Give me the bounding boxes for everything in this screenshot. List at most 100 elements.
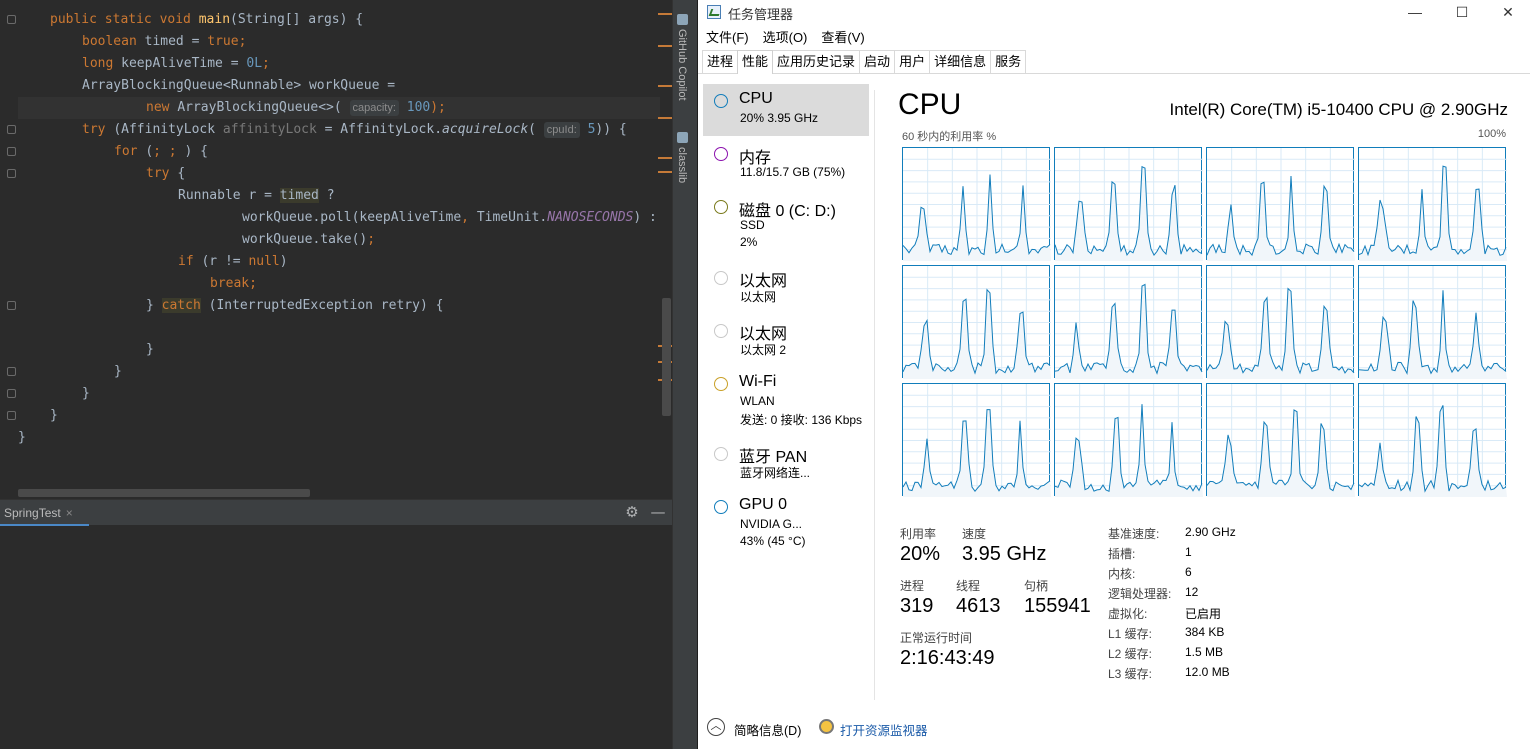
- memory-indicator-icon: [714, 147, 728, 161]
- tab-startup[interactable]: 启动: [859, 50, 896, 73]
- code-line: try (AffinityLock affinityLock = Affinit…: [82, 122, 627, 138]
- fold-icon[interactable]: [7, 15, 16, 24]
- ide-right-tool-strip: GitHub Copilot classlib: [672, 0, 697, 749]
- fold-icon[interactable]: [7, 411, 16, 420]
- core-graph: [902, 147, 1051, 261]
- param-hint: capacity:: [349, 100, 399, 116]
- tab-details[interactable]: 详细信息: [929, 50, 992, 73]
- fold-icon[interactable]: [7, 301, 16, 310]
- minimize-button[interactable]: —: [1392, 0, 1438, 24]
- resource-cpu[interactable]: CPU 20% 3.95 GHz: [703, 84, 869, 136]
- menu-view[interactable]: 查看(V): [821, 27, 864, 46]
- detail-label: 逻辑处理器:: [1108, 587, 1172, 601]
- code-line: new ArrayBlockingQueue<>( capacity: 100)…: [146, 100, 446, 116]
- fold-icon[interactable]: [7, 389, 16, 398]
- tab-performance[interactable]: 性能: [737, 50, 774, 74]
- code-line: ArrayBlockingQueue<Runnable> workQueue =: [82, 78, 396, 93]
- core-graph: [1358, 265, 1507, 379]
- processes-label: 进程: [900, 579, 925, 593]
- title-bar[interactable]: 任务管理器 — ☐ ✕: [698, 0, 1530, 24]
- resource-ethernet-1[interactable]: 以太网 以太网: [703, 264, 869, 308]
- fold-icon[interactable]: [7, 169, 16, 178]
- detail-label: L2 缓存:: [1108, 647, 1153, 661]
- graph-max-label: 100%: [1477, 128, 1506, 140]
- uptime-label: 正常运行时间: [900, 631, 973, 645]
- code-line: long keepAliveTime = 0L;: [82, 56, 270, 71]
- change-marker[interactable]: [658, 85, 672, 87]
- change-marker[interactable]: [658, 171, 672, 173]
- bluetooth-indicator-icon: [714, 447, 728, 461]
- fold-icon[interactable]: [7, 147, 16, 156]
- detail-value: 1.5 MB: [1185, 645, 1224, 659]
- code-line: for (; ; ) {: [114, 144, 208, 159]
- code-editor[interactable]: public static void main(String[] args) {…: [0, 0, 672, 499]
- resource-detail: 以太网 2: [740, 343, 787, 357]
- run-console[interactable]: [0, 526, 672, 749]
- resource-wifi[interactable]: Wi-Fi WLAN 发送: 0 接收: 136 Kbps: [703, 370, 869, 432]
- classlib-tool[interactable]: classlib: [676, 132, 688, 183]
- change-marker[interactable]: [658, 45, 672, 47]
- menu-options[interactable]: 选项(O): [763, 27, 808, 46]
- chevron-up-icon[interactable]: ︿: [707, 718, 725, 736]
- gear-icon[interactable]: ⚙: [622, 502, 642, 522]
- fewer-details-link[interactable]: 简略信息(D): [734, 720, 801, 739]
- maximize-button[interactable]: ☐: [1439, 0, 1485, 24]
- code-line: }: [18, 430, 26, 445]
- fold-icon[interactable]: [7, 367, 16, 376]
- footer-bar: ︿ 简略信息(D) 打开资源监视器: [698, 713, 1530, 741]
- change-marker[interactable]: [658, 117, 672, 119]
- minimize-icon[interactable]: —: [648, 502, 668, 522]
- resource-list: CPU 20% 3.95 GHz 内存 11.8/15.7 GB (75%) 磁…: [698, 74, 874, 704]
- resource-disk[interactable]: 磁盘 0 (C: D:) SSD 2%: [703, 193, 869, 253]
- utilization-value: 20%: [900, 543, 941, 565]
- core-graph: [1054, 147, 1203, 261]
- resource-detail: WLAN: [740, 394, 775, 408]
- resource-bluetooth-pan[interactable]: 蓝牙 PAN 蓝牙网络连...: [703, 440, 869, 484]
- run-tab[interactable]: SpringTest ×: [0, 500, 89, 526]
- detail-value: 6: [1185, 565, 1192, 579]
- core-graph: [1206, 265, 1355, 379]
- code-line: }: [114, 364, 122, 379]
- menu-bar: 文件(F) 选项(O) 查看(V): [698, 27, 871, 47]
- horizontal-scrollbar[interactable]: [18, 489, 310, 497]
- core-graph: [1054, 383, 1203, 497]
- tab-users[interactable]: 用户: [894, 50, 931, 73]
- window-title: 任务管理器: [728, 7, 794, 22]
- code-line: } catch (InterruptedException retry) {: [146, 298, 444, 313]
- panel-divider: [874, 90, 875, 700]
- close-button[interactable]: ✕: [1485, 0, 1530, 24]
- vertical-scrollbar[interactable]: [662, 298, 671, 416]
- task-manager-icon: [707, 5, 721, 19]
- task-manager-window: 任务管理器 — ☐ ✕ 文件(F) 选项(O) 查看(V) 进程 性能 应用历史记录…: [697, 0, 1530, 749]
- copilot-icon: [676, 14, 688, 25]
- cpu-heading: CPU: [898, 88, 962, 121]
- gpu-indicator-icon: [714, 500, 728, 514]
- resource-ethernet-2[interactable]: 以太网 以太网 2: [703, 317, 869, 361]
- resource-detail-2: 43% (45 °C): [740, 534, 806, 548]
- menu-file[interactable]: 文件(F): [706, 27, 749, 46]
- editor-gutter: [0, 0, 20, 499]
- change-marker[interactable]: [658, 13, 672, 15]
- resource-gpu[interactable]: GPU 0 NVIDIA G... 43% (45 °C): [703, 493, 869, 555]
- fold-icon[interactable]: [7, 125, 16, 134]
- open-resource-monitor-link[interactable]: 打开资源监视器: [840, 720, 928, 739]
- ethernet-indicator-icon: [714, 271, 728, 285]
- resource-name: CPU: [739, 90, 773, 107]
- resource-detail: SSD: [740, 218, 765, 232]
- code-line: public static void main(String[] args) {: [50, 12, 364, 27]
- detail-value: 12.0 MB: [1185, 665, 1230, 679]
- github-copilot-tool[interactable]: GitHub Copilot: [676, 14, 688, 101]
- tab-app-history[interactable]: 应用历史记录: [772, 50, 861, 73]
- resource-detail: 11.8/15.7 GB (75%): [740, 165, 846, 179]
- core-graph: [1358, 383, 1507, 497]
- resource-memory[interactable]: 内存 11.8/15.7 GB (75%): [703, 140, 869, 190]
- core-graph: [902, 265, 1051, 379]
- tab-services[interactable]: 服务: [990, 50, 1027, 73]
- resource-detail: NVIDIA G...: [740, 517, 803, 531]
- change-marker[interactable]: [658, 157, 672, 159]
- resource-detail-2: 发送: 0 接收: 136 Kbps: [740, 413, 863, 427]
- close-icon[interactable]: ×: [66, 506, 73, 520]
- tab-processes[interactable]: 进程: [702, 50, 739, 73]
- detail-label: 虚拟化:: [1108, 607, 1148, 621]
